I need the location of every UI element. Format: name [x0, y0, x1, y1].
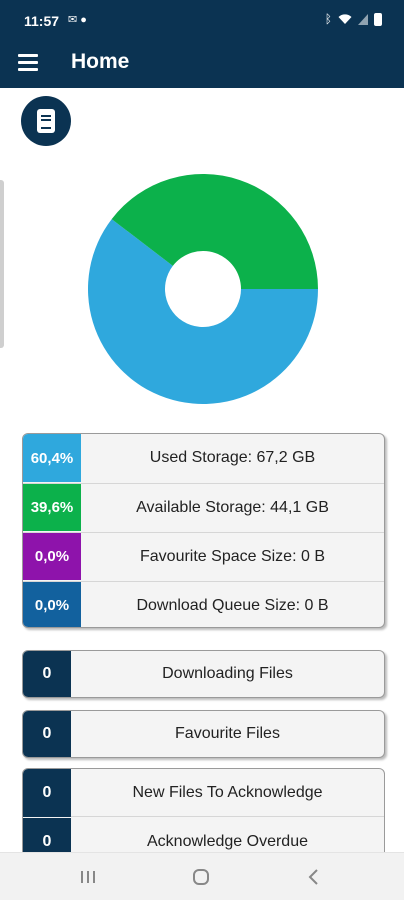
page-title: Home	[71, 50, 130, 73]
storage-row-used: 60,4% Used Storage: 67,2 GB	[23, 434, 384, 482]
card-label: Downloading Files	[162, 665, 293, 682]
card-label: Favourite Files	[175, 725, 280, 742]
storage-percent-badge: 0,0%	[23, 533, 81, 580]
app-bar: Home	[0, 38, 404, 88]
storage-label: Available Storage: 44,1 GB	[136, 498, 329, 516]
count-badge: 0	[23, 651, 71, 697]
document-button[interactable]	[21, 96, 71, 146]
downloading-files-card[interactable]: 0 Downloading Files	[22, 650, 385, 698]
status-time: 11:57	[24, 13, 60, 29]
battery-icon	[374, 12, 382, 26]
bluetooth-icon: ᛒ	[324, 12, 332, 26]
storage-percent-badge: 39,6%	[23, 484, 81, 531]
home-icon[interactable]	[189, 867, 213, 887]
recent-apps-icon[interactable]	[76, 867, 100, 887]
storage-label: Used Storage: 67,2 GB	[149, 449, 316, 466]
card-label: New Files To Acknowledge	[71, 769, 384, 817]
count-badge: 0	[23, 769, 71, 817]
back-icon[interactable]	[302, 867, 326, 887]
chat-icon: ●	[80, 14, 87, 26]
wifi-icon	[338, 13, 352, 24]
status-bar: 11:57 ✉ ● ᛒ	[0, 0, 404, 38]
count-badge: 0	[23, 711, 71, 757]
new-files-to-acknowledge-row[interactable]: 0 New Files To Acknowledge	[23, 769, 384, 817]
drawer-edge-handle[interactable]	[0, 180, 4, 348]
mail-icon: ✉	[68, 14, 78, 26]
storage-donut-chart	[87, 174, 318, 404]
storage-summary-card: 60,4% Used Storage: 67,2 GB 39,6% Availa…	[22, 433, 385, 628]
storage-row-available: 39,6% Available Storage: 44,1 GB	[23, 483, 384, 531]
hamburger-menu-icon[interactable]	[18, 54, 38, 71]
document-icon	[37, 109, 55, 133]
storage-row-favourite: 0,0% Favourite Space Size: 0 B	[23, 532, 384, 580]
storage-row-download-queue: 0,0% Download Queue Size: 0 B	[23, 581, 384, 627]
storage-label: Download Queue Size: 0 B	[136, 596, 329, 614]
favourite-files-card[interactable]: 0 Favourite Files	[22, 710, 385, 758]
system-nav-bar	[0, 852, 404, 900]
storage-percent-badge: 0,0%	[23, 582, 81, 627]
storage-percent-badge: 60,4%	[23, 434, 81, 482]
storage-label: Favourite Space Size: 0 B	[140, 547, 325, 565]
signal-icon	[358, 13, 368, 25]
